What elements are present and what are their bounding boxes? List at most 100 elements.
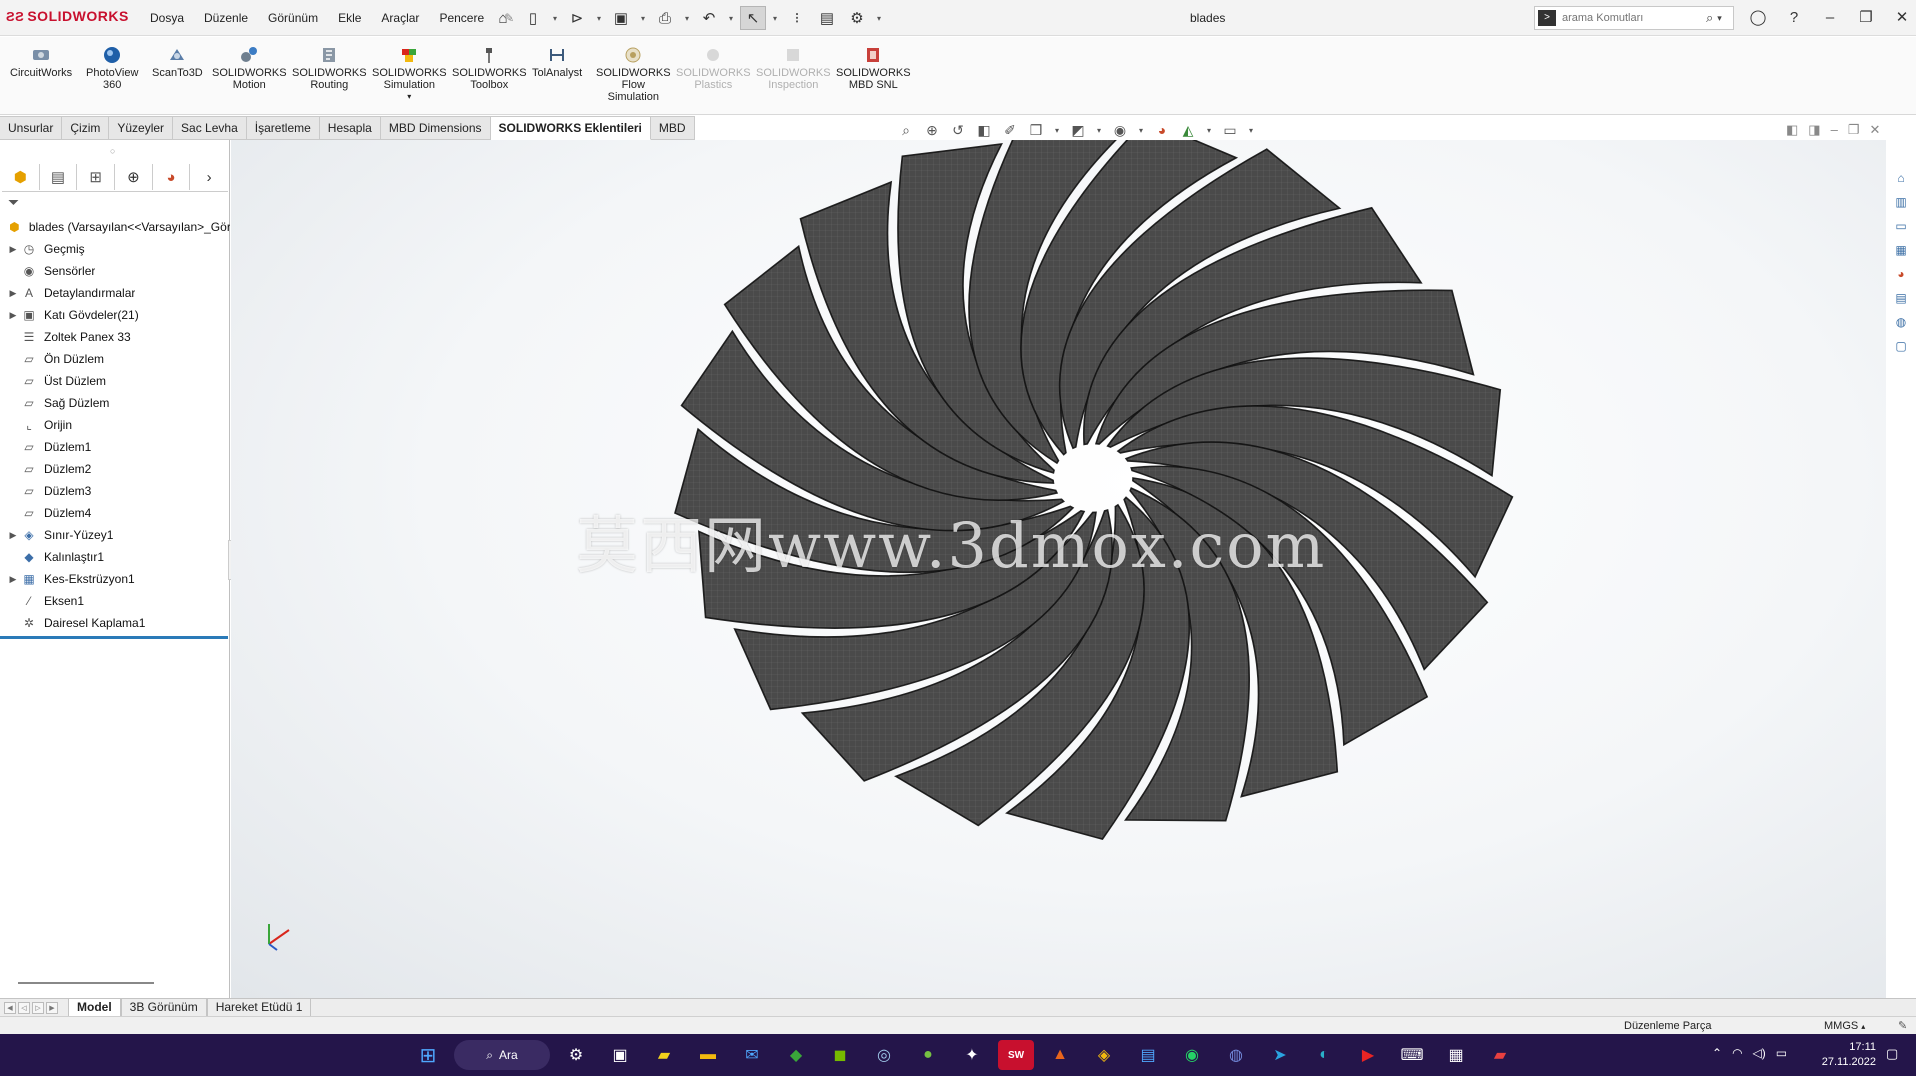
edit-appearance-icon[interactable]: ◕ xyxy=(1152,120,1172,140)
menu-dosya[interactable]: Dosya xyxy=(140,11,194,25)
search-dropdown-icon[interactable]: ▾ xyxy=(1717,13,1722,24)
solidworks-app-icon[interactable]: SW xyxy=(998,1040,1034,1070)
utorrent-icon[interactable]: ● xyxy=(910,1040,946,1070)
menu-pencere[interactable]: Pencere xyxy=(429,11,494,25)
print-dropdown-icon[interactable]: ▾ xyxy=(682,14,692,23)
file-properties-icon[interactable]: ▤ xyxy=(814,6,840,30)
tab-hareket-etudu[interactable]: Hareket Etüdü 1 xyxy=(206,998,312,1017)
xbox-icon[interactable]: ◆ xyxy=(778,1040,814,1070)
discord-icon[interactable]: ◍ xyxy=(1218,1040,1254,1070)
tab-hesapla[interactable]: Hesapla xyxy=(319,116,381,140)
tree-item-on-duzlem[interactable]: ▱ Ön Düzlem xyxy=(0,348,230,370)
tree-item-kati-govdeler[interactable]: ▶ ▣ Katı Gövdeler(21) xyxy=(0,304,230,326)
windows-start-icon[interactable]: ⊞ xyxy=(410,1040,446,1070)
menu-gorunum[interactable]: Görünüm xyxy=(258,11,328,25)
design-library-icon[interactable]: ▥ xyxy=(1888,192,1914,212)
undo-dropdown-icon[interactable]: ▾ xyxy=(726,14,736,23)
notification-icon[interactable]: ▢ xyxy=(1886,1046,1898,1062)
solidworks-logo[interactable]: ƧƧ SOLIDWORKS xyxy=(6,8,129,24)
tile-left-icon[interactable]: ◧ xyxy=(1786,122,1798,138)
display-style-icon[interactable]: ◩ xyxy=(1068,120,1088,140)
previous-view-icon[interactable]: ↺ xyxy=(948,120,968,140)
view-orientation-dropdown-icon[interactable]: ▾ xyxy=(1052,126,1062,135)
volume-icon[interactable]: ◁) xyxy=(1753,1046,1766,1060)
tray-chevron-icon[interactable]: ⌃ xyxy=(1712,1046,1722,1060)
hide-show-dropdown-icon[interactable]: ▾ xyxy=(1136,126,1146,135)
options-gear-icon[interactable]: ⚙ xyxy=(844,6,870,30)
filter-icon[interactable]: ⏷ xyxy=(8,194,19,211)
open-folder-icon[interactable]: ⊳ xyxy=(564,6,590,30)
telegram-icon[interactable]: ➤ xyxy=(1262,1040,1298,1070)
tab-sac-levha[interactable]: Sac Levha xyxy=(173,116,247,140)
ribbon-mbd-snl-button[interactable]: SOLIDWORKS MBD SNL xyxy=(836,45,911,91)
tab-mbd-dimensions[interactable]: MBD Dimensions xyxy=(380,116,491,140)
tree-item-duzlem2[interactable]: ▱ Düzlem2 xyxy=(0,458,230,480)
rebuild-status-icon[interactable]: ✎ xyxy=(1898,1019,1907,1032)
game-app-icon[interactable]: ✦ xyxy=(954,1040,990,1070)
home-icon[interactable]: ⌂ xyxy=(490,6,516,30)
expand-arrow-icon[interactable]: ▶ xyxy=(6,244,20,255)
first-tab-icon[interactable]: ◀ xyxy=(4,1001,16,1014)
ribbon-circuitworks-button[interactable]: CircuitWorks xyxy=(10,45,72,79)
keyboard-app-icon[interactable]: ⌨ xyxy=(1394,1040,1430,1070)
new-dropdown-icon[interactable]: ▾ xyxy=(550,14,560,23)
zoom-to-fit-icon[interactable]: ⌕ xyxy=(896,120,916,140)
mail-icon[interactable]: ✉ xyxy=(734,1040,770,1070)
dimxpert-manager-icon[interactable]: ⊕ xyxy=(115,164,153,190)
tree-item-orijin[interactable]: ⌞ Orijin xyxy=(0,414,230,436)
file-explorer-icon[interactable]: ▬ xyxy=(690,1040,726,1070)
doc-minimize-icon[interactable]: – xyxy=(1831,122,1838,138)
ribbon-simulation-button[interactable]: SOLIDWORKS Simulation ▾ xyxy=(372,45,447,103)
tree-item-duzlem4[interactable]: ▱ Düzlem4 xyxy=(0,502,230,524)
ribbon-scanto3d-button[interactable]: ScanTo3D xyxy=(152,45,203,79)
view-settings-icon[interactable]: ▭ xyxy=(1220,120,1240,140)
rollback-bar[interactable] xyxy=(0,636,228,639)
tree-item-dairesel-kaplama1[interactable]: ✲ Dairesel Kaplama1 xyxy=(0,612,230,634)
view-orientation-icon[interactable]: ❒ xyxy=(1026,120,1046,140)
zoom-to-area-icon[interactable]: ⊕ xyxy=(922,120,942,140)
hide-show-items-icon[interactable]: ◉ xyxy=(1110,120,1130,140)
view-palette-icon[interactable]: ▦ xyxy=(1888,240,1914,260)
tile-right-icon[interactable]: ◨ xyxy=(1808,122,1820,138)
close-icon[interactable]: ✕ xyxy=(1888,4,1916,30)
doc-restore-icon[interactable]: ❐ xyxy=(1848,122,1860,138)
taskbar-search[interactable]: ⌕ Ara xyxy=(454,1040,550,1070)
select-dropdown-icon[interactable]: ▾ xyxy=(770,14,780,23)
view-settings-dropdown-icon[interactable]: ▾ xyxy=(1246,126,1256,135)
prev-tab-icon[interactable]: ◁ xyxy=(18,1001,30,1014)
menu-ekle[interactable]: Ekle xyxy=(328,11,371,25)
ribbon-motion-button[interactable]: SOLIDWORKS Motion xyxy=(212,45,287,91)
last-tab-icon[interactable]: ▶ xyxy=(46,1001,58,1014)
media-player-icon[interactable]: ▶ xyxy=(1350,1040,1386,1070)
red-app-icon[interactable]: ▰ xyxy=(1482,1040,1518,1070)
tree-item-detaylandirmalar[interactable]: ▶ A Detaylandırmalar xyxy=(0,282,230,304)
battery-icon[interactable]: ▭ xyxy=(1776,1046,1787,1060)
account-icon[interactable]: ◯ xyxy=(1744,4,1772,30)
graphics-area[interactable]: 莫西网www.3dmox.com xyxy=(231,140,1886,998)
tab-solidworks-eklentileri[interactable]: SOLIDWORKS Eklentileri xyxy=(490,116,651,140)
display-style-dropdown-icon[interactable]: ▾ xyxy=(1094,126,1104,135)
section-view-icon[interactable]: ◧ xyxy=(974,120,994,140)
taskbar-clock[interactable]: 17:11 27.11.2022 xyxy=(1816,1040,1876,1070)
nvidia-icon[interactable]: ◼ xyxy=(822,1040,858,1070)
edge-icon[interactable]: ◐ xyxy=(1306,1040,1342,1070)
property-manager-icon[interactable]: ▤ xyxy=(40,164,78,190)
wifi-icon[interactable]: ◠ xyxy=(1732,1046,1742,1060)
open-dropdown-icon[interactable]: ▾ xyxy=(594,14,604,23)
options-dropdown-icon[interactable]: ▾ xyxy=(874,14,884,23)
calculator-app-icon[interactable]: ▦ xyxy=(1438,1040,1474,1070)
tab-3b-gorunum[interactable]: 3B Görünüm xyxy=(120,998,207,1017)
ribbon-tolanalyst-button[interactable]: TolAnalyst xyxy=(532,45,582,79)
tree-item-gecmis[interactable]: ▶ ◷ Geçmiş xyxy=(0,238,230,260)
expand-arrow-icon[interactable]: ▶ xyxy=(6,288,20,299)
store-icon[interactable]: ▣ xyxy=(602,1040,638,1070)
panel-more-icon[interactable]: › xyxy=(190,164,228,190)
tab-yuzeyler[interactable]: Yüzeyler xyxy=(109,116,174,140)
restore-icon[interactable]: ❐ xyxy=(1852,4,1880,30)
steam-icon[interactable]: ◎ xyxy=(866,1040,902,1070)
scene-dropdown-icon[interactable]: ▾ xyxy=(1204,126,1214,135)
select-cursor-icon[interactable]: ↖ xyxy=(740,6,766,30)
feature-manager-icon[interactable]: ⬢ xyxy=(2,164,40,190)
minimize-icon[interactable]: – xyxy=(1816,4,1844,30)
appearances-icon[interactable]: ◕ xyxy=(1888,264,1914,284)
